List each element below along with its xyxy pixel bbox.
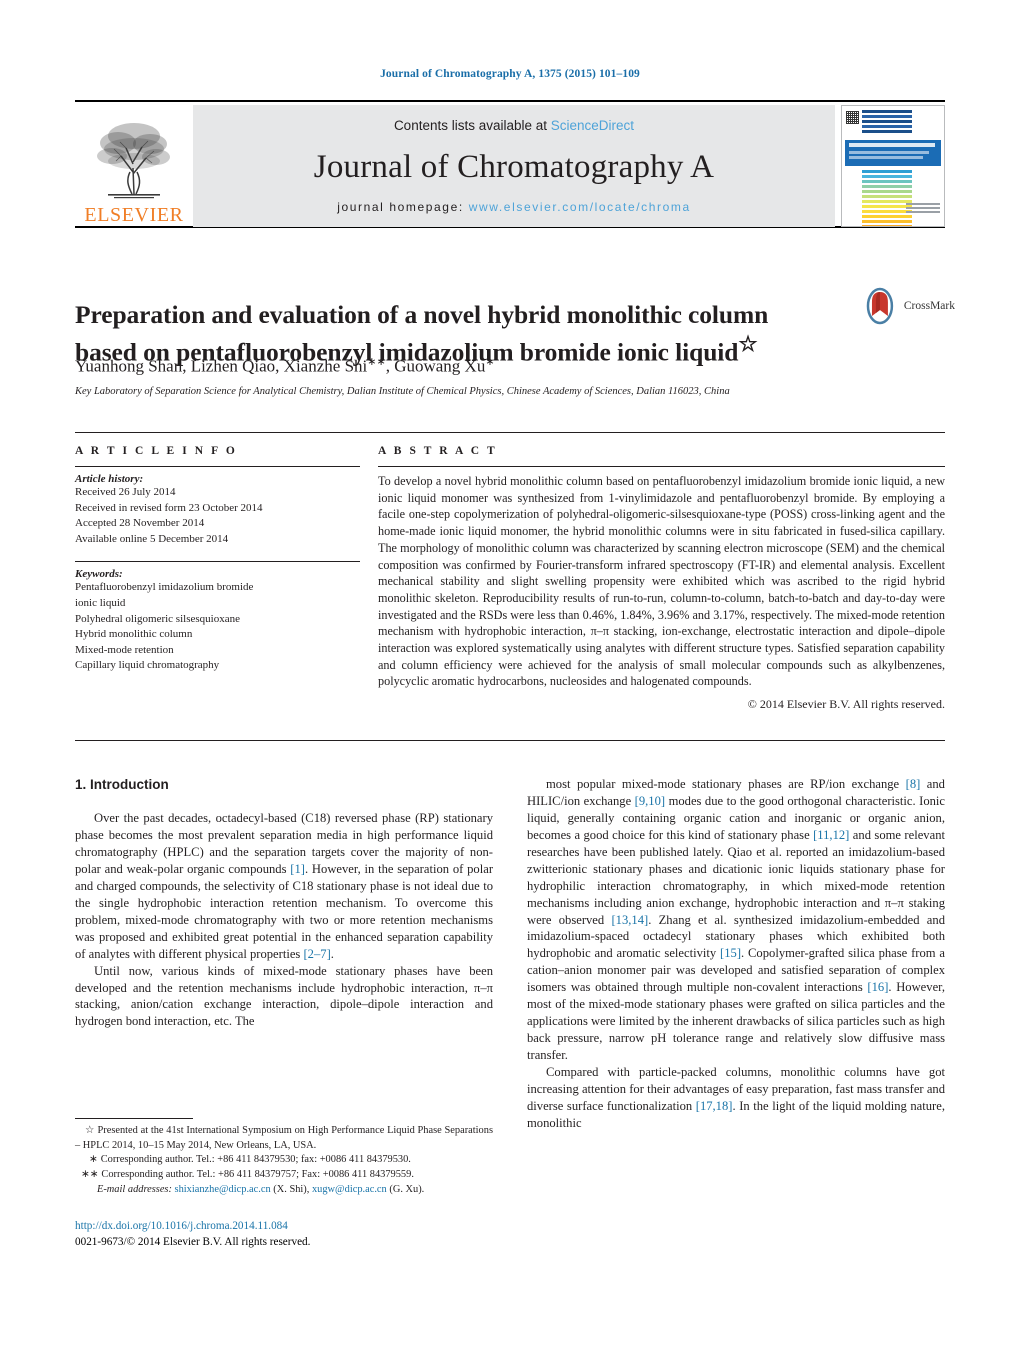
footnote-corresponding-1: ∗ Corresponding author. Tel.: +86 411 843…	[75, 1153, 493, 1168]
footnote-mark-double-asterisk: ∗∗	[81, 1169, 99, 1181]
cover-qr-icon	[846, 111, 859, 124]
intro-p1-part-c: .	[330, 946, 334, 961]
history-item: Received in revised form 23 October 2014	[75, 501, 263, 514]
footer-doi-block: http://dx.doi.org/10.1016/j.chroma.2014.…	[75, 1218, 535, 1250]
homepage-prefix: journal homepage:	[337, 200, 469, 214]
crossmark-badge[interactable]: CrossMark	[860, 283, 955, 329]
email-link-shi[interactable]: shixianzhe@dicp.ac.cn	[175, 1184, 271, 1195]
affiliation: Key Laboratory of Separation Science for…	[75, 386, 730, 397]
citation-16[interactable]: [16]	[867, 980, 888, 994]
email-link-xu[interactable]: xugw@dicp.ac.cn	[312, 1184, 387, 1195]
crossmark-icon	[866, 287, 894, 325]
abstract-text: To develop a novel hybrid monolithic col…	[378, 474, 945, 689]
history-item: Available online 5 December 2014	[75, 532, 229, 545]
keyword-item: ionic liquid	[75, 597, 126, 610]
email-label: E-mail addresses:	[97, 1183, 172, 1195]
info-section-rule	[75, 432, 945, 433]
footnote-mark-asterisk: ∗	[89, 1154, 98, 1166]
body-section-rule	[75, 740, 945, 741]
article-info-heading: A R T I C L E I N F O	[75, 445, 238, 457]
intro-paragraph-1: Over the past decades, octadecyl-based (…	[75, 810, 493, 962]
body-column-left: 1. Introduction Over the past decades, o…	[75, 776, 493, 1030]
divider	[75, 561, 360, 563]
keyword-item: Hybrid monolithic column	[75, 628, 193, 641]
running-head: Journal of Chromatography A, 1375 (2015)…	[380, 68, 640, 80]
footnote-emails: E-mail addresses: shixianzhe@dicp.ac.cn …	[75, 1183, 493, 1198]
issn-copyright-line: 0021-9673/© 2014 Elsevier B.V. All right…	[75, 1236, 311, 1249]
journal-title: Journal of Chromatography A	[313, 149, 715, 185]
homepage-url-link[interactable]: www.elsevier.com/locate/chroma	[469, 200, 691, 214]
body-column-right: most popular mixed-mode stationary phase…	[527, 776, 945, 1132]
title-footnote-mark[interactable]: ☆	[738, 332, 757, 356]
footnote-corr1-text: Corresponding author. Tel.: +86 411 8437…	[100, 1154, 411, 1166]
history-item: Received 26 July 2014	[75, 486, 176, 498]
contents-prefix: Contents lists available at	[393, 118, 551, 133]
email-owner-xu: (G. Xu).	[389, 1183, 425, 1195]
email-owner-shi: (X. Shi),	[273, 1183, 310, 1195]
abstract-column: A B S T R A C T To develop a novel hybri…	[378, 445, 945, 712]
keywords-label: Keywords:	[75, 568, 123, 581]
intro-paragraph-3: most popular mixed-mode stationary phase…	[527, 776, 945, 1064]
doi-link[interactable]: http://dx.doi.org/10.1016/j.chroma.2014.…	[75, 1218, 535, 1234]
cover-title-band	[845, 140, 941, 166]
elsevier-wordmark: ELSEVIER	[84, 204, 184, 226]
footnote-corresponding-2: ∗∗ Corresponding author. Tel.: +86 411 84…	[75, 1168, 493, 1183]
cover-color-bars	[862, 110, 912, 226]
masthead-center: Contents lists available at ScienceDirec…	[193, 105, 835, 227]
article-info-column: A R T I C L E I N F O Article history: R…	[75, 445, 360, 688]
article-history-block: Article history: Received 26 July 2014 R…	[75, 473, 360, 547]
cover-publisher-mark	[906, 203, 940, 221]
citation-17-18[interactable]: [17,18]	[696, 1099, 733, 1113]
footnote-divider	[75, 1118, 193, 1119]
keyword-item: Polyhedral oligomeric silsesquioxane	[75, 612, 240, 625]
footnote-symposium-text: Presented at the 41st International Symp…	[75, 1125, 493, 1151]
divider	[75, 466, 360, 467]
journal-cover-thumbnail	[841, 105, 945, 227]
abstract-heading: A B S T R A C T	[378, 445, 498, 457]
elsevier-tree-icon	[97, 123, 170, 199]
journal-masthead: ELSEVIER Contents lists available at Sci…	[75, 100, 945, 228]
citation-13-14[interactable]: [13,14]	[611, 913, 648, 927]
elsevier-logo: ELSEVIER	[75, 105, 193, 227]
author-mark-shi[interactable]: ∗∗	[367, 356, 385, 368]
keyword-item: Capillary liquid chromatography	[75, 659, 220, 672]
citation-15[interactable]: [15]	[720, 946, 741, 960]
article-history-label: Article history:	[75, 473, 144, 485]
footnote-symposium: ☆ Presented at the 41st International Sym…	[75, 1124, 493, 1153]
contents-available-line: Contents lists available at ScienceDirec…	[394, 118, 634, 133]
citation-9-10[interactable]: [9,10]	[635, 794, 665, 808]
citation-8[interactable]: [8]	[906, 777, 921, 791]
sciencedirect-link[interactable]: ScienceDirect	[551, 118, 634, 133]
author-mark-xu[interactable]: ∗	[485, 356, 494, 368]
divider	[378, 466, 945, 467]
citation-11-12[interactable]: [11,12]	[813, 828, 849, 842]
abstract-copyright: © 2014 Elsevier B.V. All rights reserved…	[747, 697, 945, 712]
citation-1[interactable]: [1]	[290, 862, 305, 876]
crossmark-label: CrossMark	[903, 300, 955, 312]
authors-tail: , Guowang Xu	[385, 356, 486, 376]
author-list: Yuanhong Shan, Lizhen Qiao, Xianzhe Shi∗…	[75, 355, 875, 377]
keyword-item: Mixed-mode retention	[75, 643, 174, 656]
footnotes: ☆ Presented at the 41st International Sym…	[75, 1118, 493, 1197]
keywords-block: Keywords: Pentafluorobenzyl imidazolium …	[75, 568, 360, 674]
intro-paragraph-4: Compared with particle-packed columns, m…	[527, 1064, 945, 1132]
intro-p3-part-a: most popular mixed-mode stationary phase…	[546, 777, 906, 791]
journal-homepage-line: journal homepage: www.elsevier.com/locat…	[337, 200, 691, 214]
keyword-item: Pentafluorobenzyl imidazolium bromide	[75, 581, 254, 594]
intro-p1-part-b: . However, in the separation of polar an…	[75, 861, 494, 961]
footnote-corr2-text: Corresponding author. Tel.: +86 411 8437…	[101, 1169, 414, 1181]
intro-paragraph-2: Until now, various kinds of mixed-mode s…	[75, 963, 493, 1029]
article-page: Journal of Chromatography A, 1375 (2015)…	[0, 0, 1020, 1351]
section-heading-introduction: 1. Introduction	[75, 777, 169, 792]
footnote-mark-star: ☆	[85, 1125, 95, 1136]
authors-text: Yuanhong Shan, Lizhen Qiao, Xianzhe Shi	[75, 356, 368, 376]
history-item: Accepted 28 November 2014	[75, 517, 205, 530]
citation-2-7[interactable]: [2–7]	[303, 947, 330, 961]
